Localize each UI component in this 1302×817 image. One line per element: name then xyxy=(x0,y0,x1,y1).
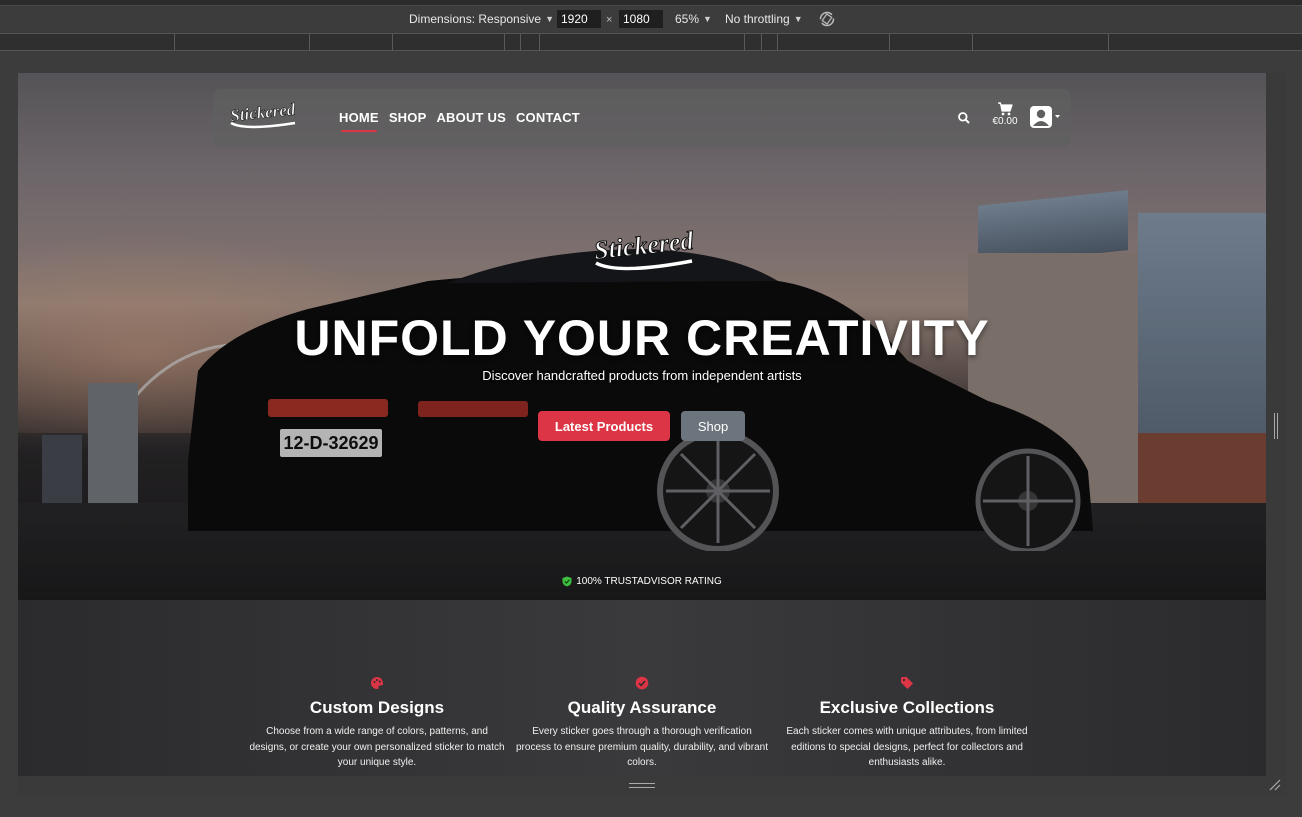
ruler-tick xyxy=(392,34,393,51)
nav-link-contact[interactable]: CONTACT xyxy=(516,110,580,125)
chevron-down-icon: ▼ xyxy=(793,14,803,24)
media-query-ruler[interactable] xyxy=(0,33,1302,51)
feature-quality-assurance: Quality Assurance Every sticker goes thr… xyxy=(514,676,770,771)
user-menu[interactable] xyxy=(1029,105,1063,129)
feature-title: Exclusive Collections xyxy=(819,698,995,717)
feature-title: Custom Designs xyxy=(309,698,445,717)
chevron-down-icon: ▼ xyxy=(703,14,712,24)
features-section: Custom Designs Choose from a wide range … xyxy=(18,600,1266,776)
throttling-dropdown[interactable]: No throttling ▼ xyxy=(725,12,803,26)
hero-subtitle: Discover handcrafted products from indep… xyxy=(482,368,802,383)
feature-text: Each sticker comes with unique attribute… xyxy=(786,726,1028,768)
ruler-tick xyxy=(744,34,745,51)
ruler-tick xyxy=(972,34,973,51)
viewport-right-resize-handle[interactable] xyxy=(1266,73,1286,776)
ruler-tick xyxy=(777,34,778,51)
dimensions-dropdown[interactable]: Dimensions: Responsive ▼ xyxy=(409,12,554,26)
ruler-tick xyxy=(520,34,521,51)
nav-link-home[interactable]: HOME xyxy=(339,110,379,132)
grip-icon xyxy=(629,783,655,788)
cart-button[interactable]: €0.00 xyxy=(987,102,1023,127)
stickered-logo[interactable]: Stickered xyxy=(225,97,301,131)
hero-logo: Stickered xyxy=(592,225,696,271)
feature-title: Quality Assurance xyxy=(567,698,717,717)
nav-link-shop[interactable]: SHOP xyxy=(389,110,427,125)
cart-icon xyxy=(998,102,1013,116)
resize-corner-icon[interactable] xyxy=(1268,778,1282,792)
rotate-icon[interactable] xyxy=(818,10,836,28)
ruler-tick xyxy=(174,34,175,51)
ruler-tick xyxy=(539,34,540,51)
hero-section: 12-D-32629 Stickered HOME SHOP ABOUT US xyxy=(18,73,1266,600)
height-input[interactable] xyxy=(619,10,663,28)
shop-button[interactable]: Shop xyxy=(681,411,745,441)
feature-custom-designs: Custom Designs Choose from a wide range … xyxy=(249,676,505,771)
nav-links: HOME SHOP ABOUT US CONTACT xyxy=(339,110,580,132)
page-viewport: 12-D-32629 Stickered HOME SHOP ABOUT US xyxy=(18,73,1266,776)
feature-text: Every sticker goes through a thorough ve… xyxy=(516,726,768,768)
zoom-value: 65% xyxy=(675,12,700,26)
grip-icon xyxy=(1274,413,1278,439)
viewport-bottom-resize-handle[interactable] xyxy=(18,776,1286,795)
chevron-down-icon: ▼ xyxy=(545,14,554,24)
width-input[interactable] xyxy=(557,10,601,28)
hero-title: UNFOLD YOUR CREATIVITY xyxy=(294,310,990,366)
navbar: Stickered HOME SHOP ABOUT US CONTACT €0.… xyxy=(213,89,1071,147)
ruler-tick xyxy=(889,34,890,51)
trust-rating: 100% TRUSTADVISOR RATING xyxy=(18,576,1266,587)
ruler-tick xyxy=(504,34,505,51)
ruler-tick xyxy=(309,34,310,51)
palette-icon xyxy=(371,676,384,689)
latest-products-button[interactable]: Latest Products xyxy=(538,411,670,441)
feature-exclusive-collections: Exclusive Collections Each sticker comes… xyxy=(779,676,1035,771)
shield-check-icon xyxy=(562,576,572,587)
check-circle-icon xyxy=(635,676,649,690)
ruler-tick xyxy=(761,34,762,51)
cart-total: €0.00 xyxy=(992,116,1018,127)
nav-link-about-us[interactable]: ABOUT US xyxy=(436,110,506,125)
device-toolbar: Dimensions: Responsive ▼ × 65% ▼ No thro… xyxy=(0,6,1302,33)
search-icon[interactable] xyxy=(957,111,971,125)
dimensions-label: Dimensions: Responsive xyxy=(409,12,542,26)
zoom-dropdown[interactable]: 65% ▼ xyxy=(675,12,712,26)
svg-text:Stickered: Stickered xyxy=(229,100,296,126)
trust-text: 100% TRUSTADVISOR RATING xyxy=(576,576,722,587)
ruler-tick xyxy=(1108,34,1109,51)
svg-text:Stickered: Stickered xyxy=(593,226,696,265)
feature-text: Choose from a wide range of colors, patt… xyxy=(249,726,505,768)
times-sign: × xyxy=(606,14,613,26)
tag-icon xyxy=(901,677,913,689)
throttling-value: No throttling xyxy=(725,12,790,26)
